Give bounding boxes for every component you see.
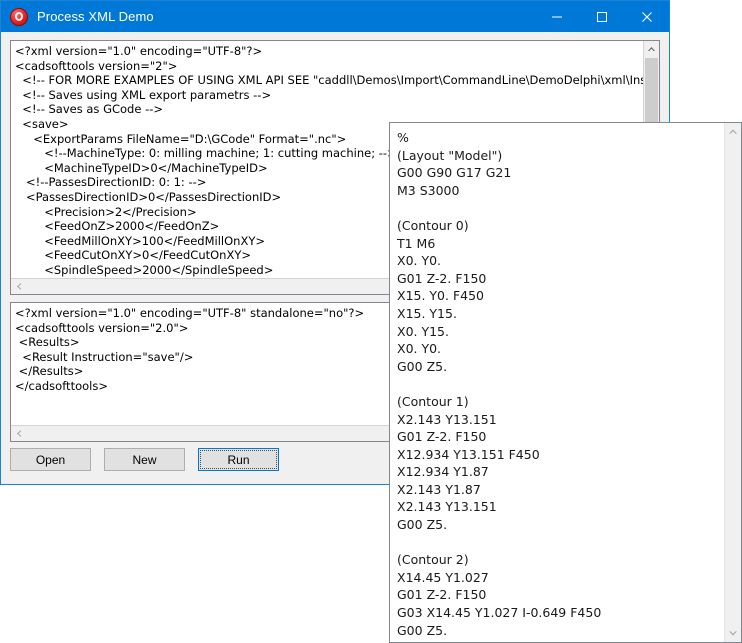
gcode-output-panel[interactable]: % (Layout "Model") G00 G90 G17 G21 M3 S3… [389,122,742,643]
gcode-output-text[interactable]: % (Layout "Model") G00 G90 G17 G21 M3 S3… [397,129,601,642]
window-controls [534,1,669,32]
chevron-down-icon[interactable] [725,625,741,642]
gcode-vertical-scrollbar[interactable] [724,123,741,642]
chevron-left-icon[interactable] [11,279,27,294]
minimize-button[interactable] [534,1,579,32]
new-button[interactable]: New [104,448,185,471]
app-logo-icon [10,7,28,26]
chevron-left-icon[interactable] [11,426,27,441]
close-button[interactable] [624,1,669,32]
action-button-row: Open New Run [10,448,279,471]
chevron-up-icon[interactable] [644,41,659,57]
open-button[interactable]: Open [10,448,91,471]
chevron-up-icon[interactable] [725,123,741,140]
screen-root: Process XML Demo <?xml version="1.0" enc… [0,0,742,643]
maximize-button[interactable] [579,1,624,32]
window-title: Process XML Demo [37,9,154,24]
run-button[interactable]: Run [198,448,279,471]
result-xml-text[interactable]: <?xml version="1.0" encoding="UTF-8" sta… [15,306,364,394]
title-bar[interactable]: Process XML Demo [1,1,669,32]
